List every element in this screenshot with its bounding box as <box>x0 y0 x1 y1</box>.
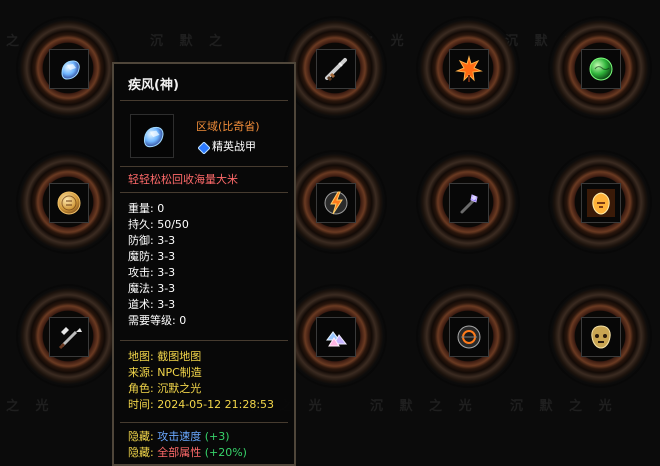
hidden-label: 隐藏: <box>128 446 154 459</box>
slot-11[interactable] <box>416 284 520 388</box>
divider <box>120 340 288 341</box>
watermark-7: 沉 默 之 光 <box>370 399 478 414</box>
divider <box>120 166 288 167</box>
meta-line: 地图: 截图地图 <box>128 350 201 364</box>
crystal-pile-icon <box>326 331 348 347</box>
lightning-icon <box>324 191 348 215</box>
slot-3[interactable] <box>416 16 520 120</box>
stat-line: 持久: 50/50 <box>128 218 189 232</box>
icon-frame <box>581 317 621 357</box>
watermark-5: 之 光 <box>6 399 55 414</box>
item-type: 精英战甲 <box>212 140 256 153</box>
slot-7[interactable] <box>416 150 520 254</box>
icon-frame <box>449 183 489 223</box>
icon-frame <box>316 49 356 89</box>
golden-warrior-icon <box>587 189 615 217</box>
slot-1[interactable] <box>16 16 120 120</box>
stat-value: 0 <box>179 314 187 327</box>
item-tooltip: 疾风(神) 区域(比奇省) 精英战甲 轻轻松松回收海量大米 重量: 0 持久: … <box>112 62 296 466</box>
icon-frame <box>316 183 356 223</box>
hidden-bonus: (+20%) <box>204 446 247 459</box>
diamond-icon <box>198 142 210 154</box>
item-title: 疾风(神) <box>128 78 179 93</box>
hidden-value: 全部属性 <box>157 446 202 459</box>
stat-value: 3-3 <box>157 298 176 311</box>
hidden-label: 隐藏: <box>128 430 154 443</box>
meta-label: 时间: <box>128 398 154 411</box>
meta-label: 来源: <box>128 366 154 379</box>
hidden-attr-line: 隐藏: 攻击速度 (+3) <box>128 430 230 444</box>
meta-line: 来源: NPC制造 <box>128 366 202 380</box>
watermark-2: 沉 默 之 <box>150 34 229 49</box>
slot-10[interactable] <box>283 284 387 388</box>
slot-5[interactable] <box>16 150 120 254</box>
slot-12[interactable] <box>548 284 652 388</box>
stat-line: 魔防: 3-3 <box>128 250 175 264</box>
divider <box>120 192 288 193</box>
slot-8[interactable] <box>548 150 652 254</box>
stat-line: 攻击: 3-3 <box>128 266 175 280</box>
stat-value: 3-3 <box>157 250 176 263</box>
icon-frame <box>49 183 89 223</box>
rune-orb-icon <box>457 325 481 349</box>
green-orb-icon <box>589 57 613 81</box>
icon-frame <box>581 49 621 89</box>
meta-label: 地图: <box>128 350 154 363</box>
stat-line: 防御: 3-3 <box>128 234 175 248</box>
slot-6[interactable] <box>283 150 387 254</box>
stat-label: 魔防: <box>128 250 154 263</box>
meta-value: 沉默之光 <box>157 382 202 395</box>
stat-label: 攻击: <box>128 266 154 279</box>
meta-value: 2024-05-12 21:28:53 <box>157 398 275 411</box>
gold-medal-icon <box>57 191 81 215</box>
sword-icon <box>325 58 347 82</box>
meta-value: 截图地图 <box>157 350 202 363</box>
stat-label: 魔法: <box>128 282 154 295</box>
stat-label: 防御: <box>128 234 154 247</box>
stat-line: 重量: 0 <box>128 202 164 216</box>
hidden-bonus: (+3) <box>204 430 230 443</box>
icon-frame <box>581 183 621 223</box>
icon-frame <box>49 49 89 89</box>
slot-4[interactable] <box>548 16 652 120</box>
stat-line: 道术: 3-3 <box>128 298 175 312</box>
stat-value: 50/50 <box>157 218 189 231</box>
stat-line: 魔法: 3-3 <box>128 282 175 296</box>
maple-leaf-icon <box>455 55 483 82</box>
hidden-value: 攻击速度 <box>157 430 202 443</box>
item-flavor: 轻轻松松回收海量大米 <box>128 173 238 186</box>
item-icon-frame <box>130 114 174 158</box>
stat-label: 道术: <box>128 298 154 311</box>
blue-gem-icon <box>143 126 164 148</box>
stat-value: 3-3 <box>157 234 176 247</box>
stat-value: 3-3 <box>157 282 176 295</box>
stat-label: 重量: <box>128 202 154 215</box>
item-region: 区域(比奇省) <box>196 120 260 133</box>
golden-skull-icon <box>591 325 611 349</box>
axes-icon <box>58 327 82 350</box>
meta-value: NPC制造 <box>157 366 202 379</box>
stat-value: 3-3 <box>157 266 176 279</box>
hidden-attr-line: 隐藏: 全部属性 (+20%) <box>128 446 247 460</box>
icon-frame <box>449 49 489 89</box>
stat-line: 需要等级: 0 <box>128 314 186 328</box>
slot-2[interactable] <box>283 16 387 120</box>
purple-scepter-icon <box>460 194 478 214</box>
stat-label: 持久: <box>128 218 154 231</box>
icon-frame <box>316 317 356 357</box>
icon-frame <box>49 317 89 357</box>
meta-line: 角色: 沉默之光 <box>128 382 201 396</box>
blue-gem-icon <box>61 60 80 80</box>
divider <box>120 422 288 423</box>
slot-9[interactable] <box>16 284 120 388</box>
stat-label: 需要等级: <box>128 314 176 327</box>
meta-label: 角色: <box>128 382 154 395</box>
icon-frame <box>449 317 489 357</box>
divider <box>120 100 288 101</box>
watermark-8: 沉 默 之 光 <box>510 399 618 414</box>
meta-line: 时间: 2024-05-12 21:28:53 <box>128 398 274 412</box>
stat-value: 0 <box>157 202 165 215</box>
